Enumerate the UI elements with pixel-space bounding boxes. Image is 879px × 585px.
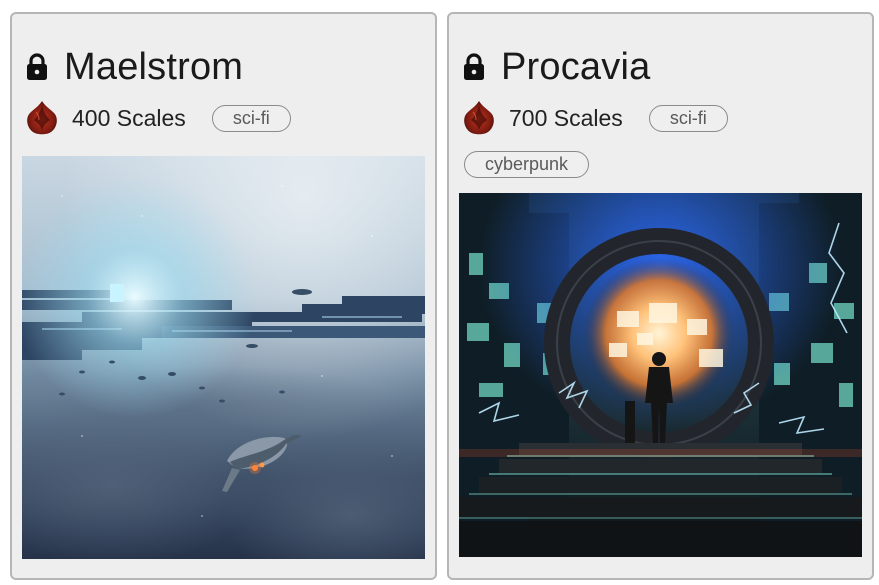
card-tag-row: cyberpunk [464,151,590,178]
card-title: Procavia [501,46,651,88]
lock-icon [27,53,47,80]
card-title-row: Procavia [463,44,650,90]
card-title: Maelstrom [64,46,244,88]
tag-sci-fi[interactable]: sci-fi [211,104,291,132]
lock-icon [464,53,484,80]
scale-icon [27,101,57,135]
tag-sci-fi[interactable]: sci-fi [648,104,728,132]
product-card-maelstrom[interactable]: Maelstrom 400 Scales sci-fi [10,12,437,580]
portal-artwork[interactable] [459,193,862,578]
card-title-row: Maelstrom [26,44,243,90]
card-meta-row: 700 Scales sci-fi [463,100,728,136]
tag-cyberpunk[interactable]: cyberpunk [464,151,590,178]
scale-icon [464,101,494,135]
card-meta-row: 400 Scales sci-fi [26,100,291,136]
price-label: 400 Scales [72,104,186,131]
spaceship-artwork[interactable] [22,156,425,559]
price-label: 700 Scales [509,104,623,131]
product-card-procavia[interactable]: Procavia 700 Scales sci-fi cyberpunk [447,12,874,580]
